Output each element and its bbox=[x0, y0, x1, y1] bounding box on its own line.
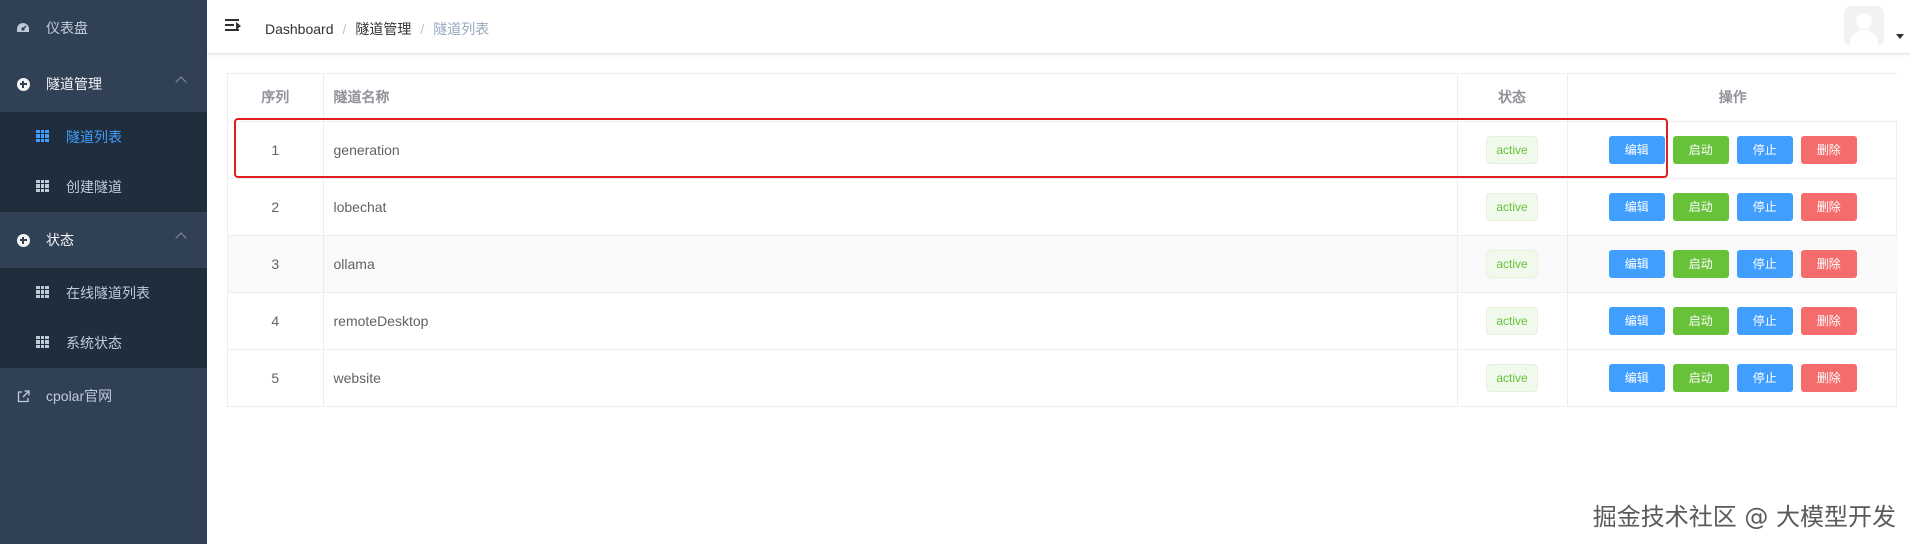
row-index: 2 bbox=[228, 178, 324, 236]
stop-button[interactable]: 停止 bbox=[1736, 363, 1793, 392]
column-header-name: 隧道名称 bbox=[323, 74, 1458, 122]
sidebar-item-label: 在线隧道列表 bbox=[66, 285, 150, 301]
delete-button[interactable]: 删除 bbox=[1800, 192, 1857, 221]
sidebar-item-dashboard[interactable]: 仪表盘 bbox=[0, 0, 207, 56]
external-link-icon bbox=[16, 389, 30, 403]
delete-button[interactable]: 删除 bbox=[1800, 249, 1857, 278]
sidebar-item-online-tunnels[interactable]: 在线隧道列表 bbox=[0, 268, 207, 318]
edit-button[interactable]: 编辑 bbox=[1608, 135, 1665, 164]
sidebar-item-label: 状态 bbox=[46, 232, 74, 248]
sidebar-item-label: 系统状态 bbox=[66, 335, 122, 351]
tunnel-table: 序列 隧道名称 状态 操作 1 generation active 编辑 启动 停止… bbox=[227, 73, 1898, 407]
start-button[interactable]: 启动 bbox=[1672, 306, 1729, 335]
table-header-row: 序列 隧道名称 状态 操作 bbox=[228, 74, 1898, 122]
breadcrumb-separator: / bbox=[342, 21, 347, 37]
row-tunnel-name: lobechat bbox=[323, 178, 1458, 236]
stop-button[interactable]: 停止 bbox=[1736, 306, 1793, 335]
dashboard-icon bbox=[16, 21, 30, 35]
avatar-head-shape bbox=[1856, 13, 1872, 29]
column-header-status: 状态 bbox=[1457, 74, 1568, 122]
sidebar-item-label: 隧道管理 bbox=[46, 76, 102, 92]
plus-circle-icon bbox=[16, 233, 30, 247]
breadcrumb-home[interactable]: Dashboard bbox=[265, 21, 334, 37]
edit-button[interactable]: 编辑 bbox=[1608, 192, 1665, 221]
grid-icon bbox=[36, 130, 50, 144]
caret-down-icon[interactable] bbox=[1896, 34, 1904, 39]
row-index: 5 bbox=[228, 349, 324, 406]
navbar: Dashboard / 隧道管理 / 隧道列表 bbox=[207, 0, 1910, 54]
avatar[interactable] bbox=[1844, 6, 1884, 46]
grid-icon bbox=[36, 336, 50, 350]
table-row: 4 remoteDesktop active 编辑 启动 停止 删除 bbox=[228, 292, 1898, 350]
watermark: 掘金技术社区 @ 大模型开发 bbox=[1592, 503, 1896, 531]
sidebar-item-cpolar-site[interactable]: cpolar官网 bbox=[0, 368, 207, 424]
edit-button[interactable]: 编辑 bbox=[1608, 249, 1665, 278]
sidebar-item-tunnel-management[interactable]: 隧道管理 bbox=[0, 56, 207, 112]
chevron-up-icon bbox=[175, 232, 187, 244]
row-tunnel-name: ollama bbox=[323, 235, 1458, 293]
column-header-actions: 操作 bbox=[1567, 74, 1898, 122]
start-button[interactable]: 启动 bbox=[1672, 192, 1729, 221]
table-row: 2 lobechat active 编辑 启动 停止 删除 bbox=[228, 178, 1898, 236]
submenu-status: 在线隧道列表 系统状态 bbox=[0, 268, 207, 368]
delete-button[interactable]: 删除 bbox=[1800, 306, 1857, 335]
sidebar-item-label: 仪表盘 bbox=[46, 20, 88, 36]
stop-button[interactable]: 停止 bbox=[1736, 249, 1793, 278]
table-row: 5 website active 编辑 启动 停止 删除 bbox=[228, 349, 1898, 406]
sidebar-item-label: 隧道列表 bbox=[66, 129, 122, 145]
status-badge: active bbox=[1486, 135, 1538, 164]
breadcrumb: Dashboard / 隧道管理 / 隧道列表 bbox=[265, 19, 489, 39]
delete-button[interactable]: 删除 bbox=[1800, 135, 1857, 164]
grid-icon bbox=[36, 180, 50, 194]
avatar-body-shape bbox=[1850, 30, 1878, 46]
delete-button[interactable]: 删除 bbox=[1800, 363, 1857, 392]
submenu-tunnel-management: 隧道列表 创建隧道 bbox=[0, 112, 207, 212]
status-badge: active bbox=[1486, 363, 1538, 392]
breadcrumb-tunnel-management: 隧道管理 bbox=[355, 21, 412, 37]
start-button[interactable]: 启动 bbox=[1672, 363, 1729, 392]
breadcrumb-current: 隧道列表 bbox=[433, 21, 490, 37]
row-index: 1 bbox=[228, 121, 324, 179]
row-index: 3 bbox=[228, 235, 324, 293]
hamburger-icon[interactable] bbox=[225, 19, 241, 33]
sidebar-item-system-status[interactable]: 系统状态 bbox=[0, 318, 207, 368]
stop-button[interactable]: 停止 bbox=[1736, 135, 1793, 164]
row-tunnel-name: remoteDesktop bbox=[323, 292, 1458, 350]
sidebar-item-create-tunnel[interactable]: 创建隧道 bbox=[0, 162, 207, 212]
start-button[interactable]: 启动 bbox=[1672, 249, 1729, 278]
edit-button[interactable]: 编辑 bbox=[1608, 306, 1665, 335]
table-row: 1 generation active 编辑 启动 停止 删除 bbox=[228, 121, 1898, 179]
sidebar-item-label: 创建隧道 bbox=[66, 179, 122, 195]
status-badge: active bbox=[1486, 306, 1538, 335]
row-tunnel-name: generation bbox=[323, 121, 1458, 179]
sidebar-item-tunnel-list[interactable]: 隧道列表 bbox=[0, 112, 207, 162]
row-index: 4 bbox=[228, 292, 324, 350]
breadcrumb-separator: / bbox=[420, 21, 425, 37]
edit-button[interactable]: 编辑 bbox=[1608, 363, 1665, 392]
sidebar-item-status[interactable]: 状态 bbox=[0, 212, 207, 268]
status-badge: active bbox=[1486, 249, 1538, 278]
grid-icon bbox=[36, 286, 50, 300]
table-row: 3 ollama active 编辑 启动 停止 删除 bbox=[228, 235, 1898, 293]
status-badge: active bbox=[1486, 192, 1538, 221]
sidebar: 仪表盘 隧道管理 隧道列表 创建隧道 状态 在线隧道列表 系统状态 cpolar… bbox=[0, 0, 207, 544]
sidebar-item-label: cpolar官网 bbox=[46, 388, 113, 404]
chevron-up-icon bbox=[175, 76, 187, 88]
stop-button[interactable]: 停止 bbox=[1736, 192, 1793, 221]
column-header-index: 序列 bbox=[228, 74, 324, 122]
row-tunnel-name: website bbox=[323, 349, 1458, 406]
plus-circle-icon bbox=[16, 77, 30, 91]
start-button[interactable]: 启动 bbox=[1672, 135, 1729, 164]
